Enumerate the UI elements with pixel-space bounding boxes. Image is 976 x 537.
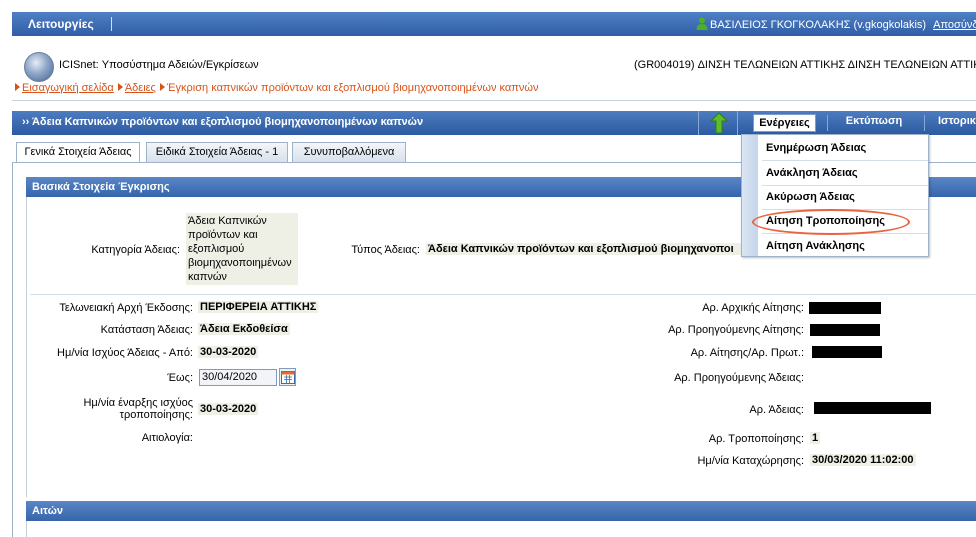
request-protocol-label: Αρ. Αίτησης/Αρ. Πρωτ.: (690, 347, 804, 359)
redacted-value (814, 402, 931, 414)
registration-date-label: Ημ/νία Καταχώρησης: (697, 455, 804, 467)
valid-to-label: Έως: (167, 372, 193, 384)
functions-menu[interactable]: Λειτουργίες (28, 17, 94, 31)
prev-license-label: Αρ. Προηγούμενης Άδειας: (674, 372, 804, 384)
globe-logo-icon (24, 52, 54, 82)
redacted-value (810, 324, 880, 336)
logout-link[interactable]: Αποσύνδεσ (933, 19, 976, 31)
mod-start-value: 30-03-2020 (198, 403, 259, 415)
toolbar-separator (827, 115, 828, 131)
redacted-value (809, 302, 881, 314)
menu-item-revoke-license[interactable]: Ανάκληση Άδειας (766, 162, 926, 184)
breadcrumb: Εισαγωγική σελίδα Άδειες Έγκριση καπνικώ… (14, 82, 538, 94)
menu-gutter (742, 135, 758, 256)
calendar-button[interactable] (279, 368, 296, 386)
section-body-applicant (26, 521, 976, 537)
redacted-value (812, 346, 882, 358)
actions-menu-button[interactable]: Ενέργειες (753, 114, 816, 132)
breadcrumb-arrow-icon (15, 83, 20, 91)
modification-no-label: Αρ. Τροποποίησης: (708, 433, 804, 445)
tab-attachments[interactable]: Συνυποβαλλόμενα (292, 142, 406, 162)
green-up-arrow-icon (710, 112, 728, 134)
history-button[interactable]: Ιστορικό (938, 115, 976, 127)
menu-item-update-license[interactable]: Ενημέρωση Άδειας (766, 137, 926, 159)
valid-to-date-input[interactable]: 30/04/2020 (199, 369, 277, 386)
menu-separator (111, 17, 112, 31)
category-value: Άδεια Καπνικών προϊόντων και εξοπλισμού … (186, 213, 298, 285)
actions-dropdown-menu: Ενημέρωση Άδειας Ανάκληση Άδειας Ακύρωση… (741, 134, 929, 257)
toolbar-separator (924, 115, 925, 131)
license-no-label: Αρ. Άδειας: (749, 404, 804, 416)
page-title: ›› Άδεια Καπνικών προϊόντων και εξοπλισμ… (22, 116, 424, 128)
up-arrow-button[interactable] (698, 111, 738, 135)
breadcrumb-licenses-link[interactable]: Άδειες (125, 82, 156, 94)
tab-general[interactable]: Γενικά Στοιχεία Άδειας (16, 142, 140, 163)
tab-specific[interactable]: Ειδικά Στοιχεία Άδειας - 1 (146, 142, 288, 162)
app-title: ICISnet: Υποσύστημα Αδειών/Εγκρίσεων (59, 59, 259, 71)
registration-date-value: 30/03/2020 11:02:00 (810, 454, 916, 466)
print-button[interactable]: Εκτύπωση (834, 115, 914, 127)
calendar-icon (281, 371, 295, 384)
category-label: Κατηγορία Άδειας: (91, 244, 180, 256)
breadcrumb-arrow-icon (117, 83, 123, 91)
organization-label: (GR004019) ΔΙΝΣΗ ΤΕΛΩΝΕΙΩΝ ΑΤΤΙΚΗΣ ΔΙΝΣΗ… (634, 59, 976, 71)
section-divider (30, 294, 976, 295)
breadcrumb-current: Έγκριση καπνικών προϊόντων και εξοπλισμο… (166, 82, 539, 94)
menu-item-cancel-license[interactable]: Ακύρωση Άδειας (766, 186, 926, 208)
menu-separator (762, 160, 928, 161)
breadcrumb-home-link[interactable]: Εισαγωγική σελίδα (22, 82, 114, 94)
authority-label: Τελωνειακή Αρχή Έκδοσης: (59, 302, 193, 314)
mod-start-label-2: τροποποίησης: (119, 409, 193, 421)
status-label: Κατάσταση Άδειας: (100, 324, 193, 336)
menu-item-revocation-request[interactable]: Αίτηση Ανάκλησης (766, 235, 926, 257)
type-label: Τύπος Άδειας: (351, 244, 420, 256)
type-value: Άδεια Καπνικών προϊόντων και εξοπλισμού … (426, 243, 744, 255)
page-title-bar: ›› Άδεια Καπνικών προϊόντων και εξοπλισμ… (12, 111, 976, 135)
modification-no-value: 1 (810, 432, 821, 444)
top-menu-bar: Λειτουργίες ΒΑΣΙΛΕΙΟΣ ΓΚΟΓΚΟΛΑΚΗΣ (v.gko… (12, 12, 976, 36)
breadcrumb-arrow-icon (159, 83, 165, 91)
user-name: ΒΑΣΙΛΕΙΟΣ ΓΚΟΓΚΟΛΑΚΗΣ (v.gkogkolakis) (710, 19, 927, 31)
app-window: Λειτουργίες ΒΑΣΙΛΕΙΟΣ ΓΚΟΓΚΟΛΑΚΗΣ (v.gko… (0, 0, 976, 537)
menu-item-modification-request[interactable]: Αίτηση Τροποποίησης (766, 210, 926, 232)
orig-request-label: Αρ. Αρχικής Αίτησης: (702, 302, 804, 314)
user-info: ΒΑΣΙΛΕΙΟΣ ΓΚΟΓΚΟΛΑΚΗΣ (v.gkogkolakis) Απ… (696, 17, 976, 31)
user-icon (696, 17, 708, 30)
authority-value: ΠΕΡΙΦΕΡΕΙΑ ΑΤΤΙΚΗΣ (198, 301, 319, 313)
valid-from-label: Ημ/νία Ισχύος Άδειας - Από: (57, 347, 193, 359)
valid-from-value: 30-03-2020 (198, 346, 259, 358)
header-divider (12, 100, 976, 101)
prev-request-label: Αρ. Προηγούμενης Αίτησης: (668, 324, 804, 336)
section-header-applicant: Αιτών (26, 501, 976, 521)
status-value: Άδεια Εκδοθείσα (198, 323, 290, 335)
justification-label: Αιτιολογία: (141, 432, 193, 444)
menu-separator (762, 233, 928, 234)
mod-start-label-1: Ημ/νία έναρξης ισχύος (83, 397, 193, 409)
